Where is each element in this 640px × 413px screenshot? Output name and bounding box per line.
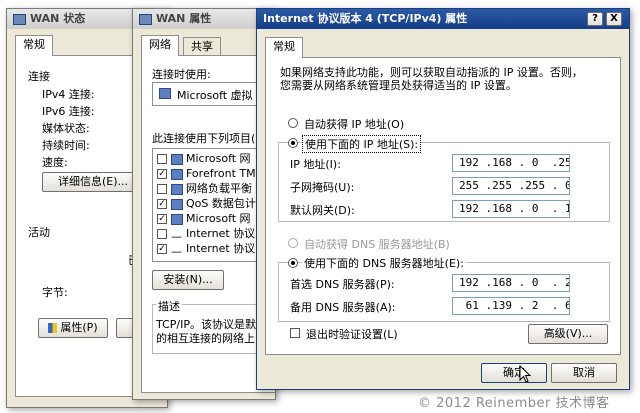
tab-general[interactable]: 常规 — [15, 35, 53, 56]
media-state-label: 媒体状态: — [42, 122, 90, 135]
description-text: TCP/IP。该协议是默 的相互连接的网络上 — [156, 318, 256, 345]
component-icon: — — [171, 229, 182, 243]
item-checkbox[interactable]: ✓ — [157, 214, 167, 224]
section-activity: 活动 — [28, 226, 50, 239]
list-item[interactable]: ✓ QoS 数据包计 — [157, 196, 256, 211]
ip-address-label: IP 地址(I): — [290, 158, 341, 171]
tab-sharing[interactable]: 共享 — [183, 37, 221, 56]
mouse-cursor-icon — [519, 365, 531, 383]
network-icon — [13, 13, 26, 25]
ipv4-titlebar[interactable]: Internet 协议版本 4 (TCP/IPv4) 属性 — [257, 9, 629, 29]
use-ip-label[interactable]: 使用下面的 IP 地址(S): — [302, 135, 422, 153]
auto-dns-radio[interactable] — [288, 238, 298, 248]
list-item[interactable]: ✓ Forefront TM — [157, 166, 256, 181]
shield-icon — [48, 323, 58, 333]
item-checkbox[interactable]: ✓ — [157, 199, 167, 209]
list-item[interactable]: ✓ — Internet 协议 — [157, 241, 255, 258]
tab-general[interactable]: 常规 — [265, 37, 303, 58]
auto-ip-label[interactable]: 自动获得 IP 地址(O) — [304, 116, 404, 132]
duration-label: 持续时间: — [42, 139, 90, 152]
network-icon — [139, 13, 152, 25]
ipv4-connection-label: IPv4 连接: — [42, 88, 95, 101]
item-checkbox[interactable] — [157, 184, 167, 194]
bytes-label: 字节: — [42, 286, 68, 299]
ipv4-panel: 如果网络支持此功能，则可以获取自动指派的 IP 设置。否则， 您需要从网络系统管… — [265, 57, 621, 355]
section-connection: 连接 — [28, 70, 50, 83]
description-title: 描述 — [156, 298, 182, 314]
ipv4-properties-window: Internet 协议版本 4 (TCP/IPv4) 属性 ? X 常规 如果网… — [256, 8, 630, 390]
gateway-input[interactable]: 192 .168 . 0 . 1 — [452, 200, 570, 218]
component-icon — [171, 198, 183, 210]
auto-dns-label[interactable]: 自动获得 DNS 服务器地址(B) — [304, 236, 450, 252]
adapter-name: Microsoft 虚拟 — [177, 89, 253, 102]
install-button[interactable]: 安装(N)... — [152, 270, 224, 290]
auto-ip-radio[interactable] — [288, 118, 298, 128]
cancel-button[interactable]: 取消 — [551, 363, 617, 383]
ok-button[interactable]: 确定 — [481, 363, 547, 383]
ip-address-input[interactable]: 192 .168 . 0 .254 — [452, 154, 570, 172]
preferred-dns-label: 首选 DNS 服务器(P): — [290, 278, 395, 291]
alternate-dns-input[interactable]: 61 .139 . 2 . 69 — [452, 297, 570, 315]
wan-properties-title: WAN 属性 — [156, 12, 212, 25]
subnet-mask-label: 子网掩码(U): — [290, 181, 355, 194]
component-icon — [171, 213, 183, 225]
component-icon — [171, 153, 183, 165]
details-button[interactable]: 详细信息(E)... — [42, 172, 144, 192]
component-icon — [171, 183, 183, 195]
speed-label: 速度: — [42, 156, 68, 169]
ipv4-title: Internet 协议版本 4 (TCP/IPv4) 属性 — [263, 12, 468, 25]
use-dns-label[interactable]: 使用下面的 DNS 服务器地址(E): — [302, 255, 466, 271]
list-item[interactable]: ✓ Microsoft 网 — [157, 211, 251, 226]
gateway-label: 默认网关(D): — [290, 204, 355, 217]
advanced-button[interactable]: 高级(V)... — [528, 324, 608, 344]
wan-properties-titlebar[interactable]: WAN 属性 — [133, 9, 275, 29]
wan-status-title: WAN 状态 — [30, 12, 86, 25]
tab-network[interactable]: 网络 — [141, 35, 179, 56]
watermark: © 2012 Reinember 技术博客 — [418, 396, 610, 411]
close-button[interactable]: X — [606, 12, 622, 26]
list-item[interactable]: 网络负载平衡 — [157, 181, 252, 196]
list-item[interactable]: Microsoft 网 — [157, 151, 251, 166]
adapter-icon — [159, 88, 171, 99]
item-checkbox[interactable]: ✓ — [157, 169, 167, 179]
properties-button[interactable]: 属性(P) — [38, 318, 108, 338]
use-ip-radio[interactable] — [288, 138, 298, 148]
wan-properties-window: WAN 属性 网络 共享 连接时使用: Microsoft 虚拟 此连接使用下列… — [132, 8, 276, 400]
use-dns-radio[interactable] — [288, 258, 298, 268]
close-icon: X — [610, 13, 618, 24]
item-checkbox[interactable] — [157, 154, 167, 164]
component-icon — [171, 168, 183, 180]
ipv6-connection-label: IPv6 连接: — [42, 105, 95, 118]
help-button[interactable]: ? — [587, 12, 603, 26]
list-item[interactable]: — Internet 协议 — [157, 226, 255, 243]
connect-using-label: 连接时使用: — [152, 68, 211, 81]
subnet-mask-input[interactable]: 255 .255 .255 . 0 — [452, 177, 570, 195]
alternate-dns-label: 备用 DNS 服务器(A): — [290, 301, 396, 314]
preferred-dns-input[interactable]: 192 .168 . 0 . 2 — [452, 274, 570, 292]
intro-text: 如果网络支持此功能，则可以获取自动指派的 IP 设置。否则， 您需要从网络系统管… — [280, 66, 583, 92]
validate-checkbox[interactable] — [290, 328, 300, 338]
validate-label[interactable]: 退出时验证设置(L) — [306, 326, 398, 342]
item-checkbox[interactable]: ✓ — [157, 244, 167, 254]
item-checkbox[interactable] — [157, 229, 167, 239]
component-icon: — — [171, 244, 182, 258]
items-label: 此连接使用下列项目( — [152, 132, 256, 145]
